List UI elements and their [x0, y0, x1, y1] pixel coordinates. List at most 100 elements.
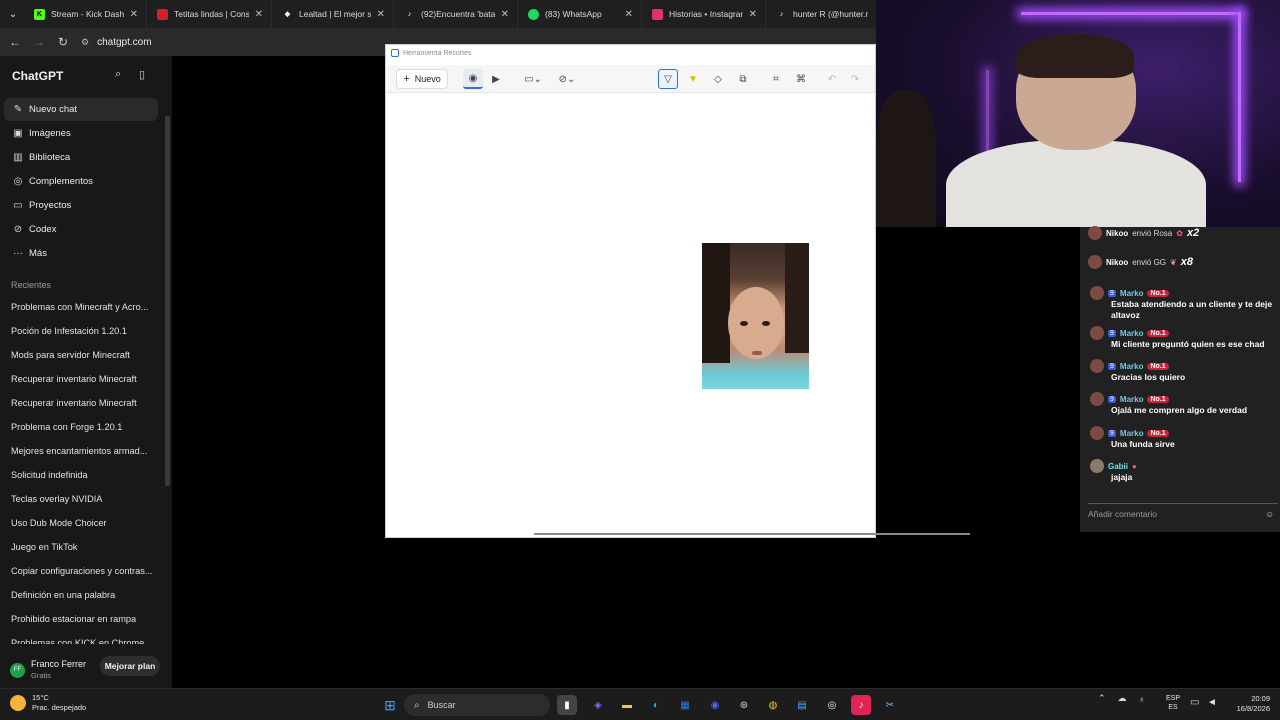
- search-icon[interactable]: ⌕: [115, 68, 121, 81]
- gift-notification: Nikoo envió GG ❦ x8: [1088, 253, 1193, 271]
- lang-region: ES: [1168, 704, 1178, 711]
- obs-icon[interactable]: ◎: [822, 695, 842, 715]
- clock[interactable]: 20:09 16/8/2026: [1228, 694, 1270, 714]
- recent-chat-item[interactable]: Problemas con KICK en Chrome: [11, 638, 161, 644]
- close-tab-icon[interactable]: ✕: [255, 9, 263, 20]
- edge-icon[interactable]: ◐: [646, 695, 666, 715]
- tab-title: Tetitas lindas | Consol: [174, 9, 249, 19]
- new-snip-button[interactable]: + Nuevo: [396, 69, 448, 89]
- eraser-icon[interactable]: ◇: [708, 69, 728, 89]
- redo-icon[interactable]: ↷: [845, 69, 865, 89]
- close-tab-icon[interactable]: ✕: [130, 9, 138, 20]
- sidebar-item-projects[interactable]: ▭ Proyectos: [4, 194, 158, 217]
- wifi-icon[interactable]: ▭: [1190, 697, 1199, 708]
- recent-chat-item[interactable]: Mods para servidor Minecraft: [11, 350, 161, 360]
- recent-chat-item[interactable]: Poción de Infestación 1.20.1: [11, 326, 161, 336]
- pen-icon[interactable]: ▽: [658, 69, 678, 89]
- highlighter-icon[interactable]: ▼: [683, 69, 703, 89]
- language-indicator[interactable]: ESP ES: [1166, 694, 1180, 712]
- browser-tab[interactable]: ♪ hunter R (@hunter.r: [766, 0, 876, 28]
- tab-search-chevron-icon[interactable]: ⌄: [2, 3, 24, 25]
- sidebar-item-more[interactable]: ··· Más: [4, 242, 158, 265]
- weather-condition: Prac. despejado: [32, 703, 87, 712]
- site-info-icon[interactable]: ⚙: [81, 37, 89, 48]
- sidebar-item-library[interactable]: ▥ Biblioteca: [4, 146, 158, 169]
- network-tray-icon[interactable]: ☁: [1118, 693, 1127, 704]
- browser-tab[interactable]: K Stream - Kick Dashbo ✕: [24, 0, 147, 28]
- video-mode-icon[interactable]: ▶: [486, 69, 506, 89]
- chat-message: 9 Marko No.1 Una funda sirve: [1090, 426, 1280, 450]
- close-tab-icon[interactable]: ✕: [501, 9, 509, 20]
- rank-badge: No.1: [1147, 429, 1169, 437]
- tiktok-live-icon[interactable]: ♪: [851, 695, 871, 715]
- taskbar-search[interactable]: ⌕ Buscar: [404, 694, 550, 716]
- crop-icon[interactable]: ⌗: [766, 69, 786, 89]
- volume-icon[interactable]: ◄: [1207, 697, 1217, 708]
- chevron-up-icon[interactable]: ⌃: [1098, 693, 1106, 704]
- avatar: FF: [10, 662, 25, 678]
- sidebar-toggle-icon[interactable]: ▯: [139, 68, 145, 81]
- weather-widget[interactable]: 15°C Prac. despejado: [10, 693, 86, 713]
- library-icon: ▥: [13, 152, 23, 163]
- chat-message: Gabii ● jajaja: [1090, 459, 1280, 483]
- recent-chat-item[interactable]: Definición en una palabra: [11, 590, 161, 600]
- reload-icon[interactable]: ↻: [51, 30, 75, 54]
- discord-icon[interactable]: ◉: [705, 695, 725, 715]
- recent-chat-item[interactable]: Juego en TikTok: [11, 542, 161, 552]
- recent-chat-item[interactable]: Problema con Forge 1.20.1: [11, 422, 161, 432]
- recent-chat-item[interactable]: Problemas con Minecraft y Acro...: [11, 302, 161, 312]
- browser-tab[interactable]: Tetitas lindas | Consol ✕: [147, 0, 272, 28]
- task-view-icon[interactable]: ▮: [557, 695, 577, 715]
- screenshot-mode-icon[interactable]: ◉: [463, 69, 483, 89]
- recent-chat-item[interactable]: Recuperar inventario Minecraft: [11, 374, 161, 384]
- upgrade-plan-button[interactable]: Mejorar plan: [100, 656, 160, 676]
- file-explorer-icon[interactable]: ▬: [617, 695, 637, 715]
- tiktok-icon: ♪: [779, 10, 784, 18]
- chrome-icon[interactable]: ◍: [763, 695, 783, 715]
- chat-message: 9 Marko No.1 Mi cliente preguntó quien es e…: [1090, 326, 1280, 350]
- browser-tab[interactable]: (83) WhatsApp ✕: [518, 0, 642, 28]
- window-title-text: Herramienta Recortes: [403, 49, 472, 57]
- plugins-icon: ◎: [13, 176, 23, 187]
- close-tab-icon[interactable]: ✕: [377, 9, 385, 20]
- recent-chat-item[interactable]: Uso Dub Mode Choicer: [11, 518, 161, 528]
- recent-chat-item[interactable]: Solicitud indefinida: [11, 470, 161, 480]
- windows-start-icon[interactable]: ⊞: [380, 695, 400, 715]
- new-label: Nuevo: [414, 74, 441, 84]
- chat-comment-input[interactable]: Añadir comentario ☺: [1088, 503, 1278, 523]
- sidebar-scrollbar[interactable]: [165, 116, 170, 486]
- microphone-icon[interactable]: ♁: [1139, 694, 1146, 704]
- notepad-icon[interactable]: ▤: [792, 695, 812, 715]
- address-bar[interactable]: ⚙ chatgpt.com: [81, 37, 152, 48]
- undo-icon[interactable]: ↶: [822, 69, 842, 89]
- canvas-scrollbar[interactable]: [534, 533, 970, 535]
- snipping-tool-icon[interactable]: ✂: [880, 695, 900, 715]
- new-chat-button[interactable]: ✎ Nuevo chat: [4, 98, 158, 121]
- recent-chat-item[interactable]: Copiar configuraciones y contras...: [11, 566, 161, 576]
- sidebar-item-plugins[interactable]: ◎ Complementos: [4, 170, 158, 193]
- store-icon[interactable]: ▦: [675, 695, 695, 715]
- browser-tab[interactable]: ♪ (92)Encuentra 'batalla ✕: [394, 0, 518, 28]
- steam-icon[interactable]: ⊛: [734, 695, 754, 715]
- recent-chat-item[interactable]: Teclas overlay NVIDIA: [11, 494, 161, 504]
- emoji-icon[interactable]: ☺: [1265, 509, 1274, 519]
- recent-chat-item[interactable]: Prohibido estacionar en rampa: [11, 614, 161, 624]
- snip-shape-dropdown-icon[interactable]: ▭⌄: [520, 69, 546, 89]
- sidebar-item-images[interactable]: ▣ Imágenes: [4, 122, 158, 145]
- browser-tab[interactable]: Historias • Instagram ✕: [642, 0, 766, 28]
- shapes-icon[interactable]: ⧉: [733, 69, 753, 89]
- copilot-icon[interactable]: ◈: [588, 695, 608, 715]
- close-tab-icon[interactable]: ✕: [625, 9, 633, 20]
- sidebar-item-codex[interactable]: ⊘ Codex: [4, 218, 158, 241]
- whatsapp-icon: [528, 8, 539, 20]
- recent-chat-item[interactable]: Recuperar inventario Minecraft: [11, 398, 161, 408]
- browser-tab[interactable]: ◆ Lealtad | El mejor sof ✕: [272, 0, 394, 28]
- close-tab-icon[interactable]: ✕: [749, 9, 757, 20]
- text-actions-icon[interactable]: ⌘: [791, 69, 811, 89]
- back-arrow-icon[interactable]: ←: [3, 30, 27, 54]
- rank-badge: No.1: [1147, 329, 1169, 337]
- forward-arrow-icon[interactable]: →: [27, 30, 51, 54]
- recent-chat-item[interactable]: Mejores encantamientos armad...: [11, 446, 161, 456]
- app-brand: ChatGPT: [12, 69, 64, 83]
- delay-dropdown-icon[interactable]: ⊘⌄: [554, 69, 580, 89]
